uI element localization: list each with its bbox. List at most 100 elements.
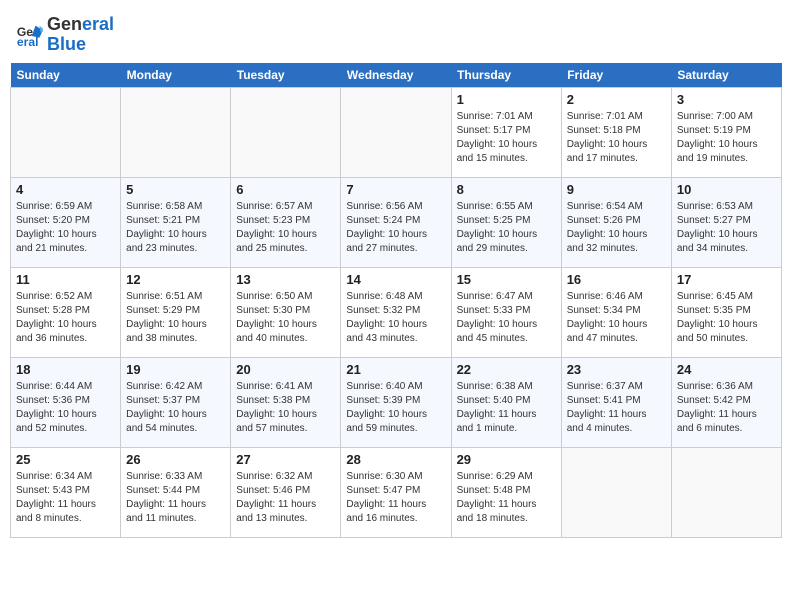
day-number: 19 — [126, 362, 225, 377]
header-friday: Friday — [561, 63, 671, 88]
calendar-cell: 21Sunrise: 6:40 AM Sunset: 5:39 PM Dayli… — [341, 357, 451, 447]
week-row-5: 25 Sunrise: 6:34 AM Sunset: 5:43 PM Dayli… — [11, 447, 782, 537]
calendar-cell: 1 Sunrise: 7:01 AM Sunset: 5:17 PM Daylig… — [451, 87, 561, 177]
logo: Gen eral General Blue — [15, 15, 114, 55]
day-info: Sunrise: 7:01 AM Sunset: 5:18 PM Dayligh… — [567, 110, 666, 166]
day-info: Sunrise: 6:38 AM Sunset: 5:40 PM Dayligh… — [457, 380, 556, 436]
day-number: 4 — [16, 182, 115, 197]
calendar-cell: 28 Sunrise: 6:30 AM Sunset: 5:47 PM Dayli… — [341, 447, 451, 537]
day-info: Sunrise: 6:48 AM Sunset: 5:32 PM Dayligh… — [346, 290, 445, 346]
day-number: 8 — [457, 182, 556, 197]
day-info: Sunrise: 6:44 AM Sunset: 5:36 PM Dayligh… — [16, 380, 115, 436]
day-info: Sunrise: 6:36 AM Sunset: 5:42 PM Dayligh… — [677, 380, 776, 436]
week-row-3: 11 Sunrise: 6:52 AM Sunset: 5:28 PM Dayli… — [11, 267, 782, 357]
day-number: 11 — [16, 272, 115, 287]
calendar-cell — [231, 87, 341, 177]
day-info: Sunrise: 6:32 AM Sunset: 5:46 PM Dayligh… — [236, 470, 335, 526]
day-info: Sunrise: 6:52 AM Sunset: 5:28 PM Dayligh… — [16, 290, 115, 346]
calendar-cell: 7 Sunrise: 6:56 AM Sunset: 5:24 PM Daylig… — [341, 177, 451, 267]
day-info: Sunrise: 6:29 AM Sunset: 5:48 PM Dayligh… — [457, 470, 556, 526]
day-info: Sunrise: 6:33 AM Sunset: 5:44 PM Dayligh… — [126, 470, 225, 526]
day-number: 22 — [457, 362, 556, 377]
header-saturday: Saturday — [671, 63, 781, 88]
calendar-cell: 22 Sunrise: 6:38 AM Sunset: 5:40 PM Dayli… — [451, 357, 561, 447]
day-number: 17 — [677, 272, 776, 287]
calendar-cell: 23Sunrise: 6:37 AM Sunset: 5:41 PM Dayli… — [561, 357, 671, 447]
calendar-cell: 13 Sunrise: 6:50 AM Sunset: 5:30 PM Dayli… — [231, 267, 341, 357]
calendar-cell: 19 Sunrise: 6:42 AM Sunset: 5:37 PM Dayli… — [121, 357, 231, 447]
calendar-table: SundayMondayTuesdayWednesdayThursdayFrid… — [10, 63, 782, 538]
logo-text: General Blue — [47, 15, 114, 55]
day-info: Sunrise: 7:01 AM Sunset: 5:17 PM Dayligh… — [457, 110, 556, 166]
svg-text:eral: eral — [17, 35, 39, 49]
calendar-cell: 16Sunrise: 6:46 AM Sunset: 5:34 PM Dayli… — [561, 267, 671, 357]
day-number: 14 — [346, 272, 445, 287]
calendar-cell: 25 Sunrise: 6:34 AM Sunset: 5:43 PM Dayli… — [11, 447, 121, 537]
day-info: Sunrise: 6:57 AM Sunset: 5:23 PM Dayligh… — [236, 200, 335, 256]
calendar-cell: 20 Sunrise: 6:41 AM Sunset: 5:38 PM Dayli… — [231, 357, 341, 447]
day-info: Sunrise: 6:51 AM Sunset: 5:29 PM Dayligh… — [126, 290, 225, 346]
day-number: 10 — [677, 182, 776, 197]
day-number: 29 — [457, 452, 556, 467]
week-row-1: 1 Sunrise: 7:01 AM Sunset: 5:17 PM Daylig… — [11, 87, 782, 177]
calendar-cell: 12 Sunrise: 6:51 AM Sunset: 5:29 PM Dayli… — [121, 267, 231, 357]
day-number: 5 — [126, 182, 225, 197]
day-info: Sunrise: 6:41 AM Sunset: 5:38 PM Dayligh… — [236, 380, 335, 436]
day-number: 18 — [16, 362, 115, 377]
calendar-cell: 27 Sunrise: 6:32 AM Sunset: 5:46 PM Dayli… — [231, 447, 341, 537]
header-sunday: Sunday — [11, 63, 121, 88]
day-number: 27 — [236, 452, 335, 467]
day-number: 6 — [236, 182, 335, 197]
header-wednesday: Wednesday — [341, 63, 451, 88]
calendar-cell: 15 Sunrise: 6:47 AM Sunset: 5:33 PM Dayli… — [451, 267, 561, 357]
day-info: Sunrise: 6:54 AM Sunset: 5:26 PM Dayligh… — [567, 200, 666, 256]
day-info: Sunrise: 6:45 AM Sunset: 5:35 PM Dayligh… — [677, 290, 776, 346]
calendar-cell: 24 Sunrise: 6:36 AM Sunset: 5:42 PM Dayli… — [671, 357, 781, 447]
day-info: Sunrise: 6:50 AM Sunset: 5:30 PM Dayligh… — [236, 290, 335, 346]
header-monday: Monday — [121, 63, 231, 88]
day-info: Sunrise: 6:56 AM Sunset: 5:24 PM Dayligh… — [346, 200, 445, 256]
calendar-cell — [121, 87, 231, 177]
calendar-cell: 11 Sunrise: 6:52 AM Sunset: 5:28 PM Dayli… — [11, 267, 121, 357]
calendar-cell: 5Sunrise: 6:58 AM Sunset: 5:21 PM Daylig… — [121, 177, 231, 267]
day-number: 7 — [346, 182, 445, 197]
day-number: 21 — [346, 362, 445, 377]
calendar-cell: 14 Sunrise: 6:48 AM Sunset: 5:32 PM Dayli… — [341, 267, 451, 357]
day-info: Sunrise: 6:47 AM Sunset: 5:33 PM Dayligh… — [457, 290, 556, 346]
day-info: Sunrise: 6:55 AM Sunset: 5:25 PM Dayligh… — [457, 200, 556, 256]
calendar-cell: 8 Sunrise: 6:55 AM Sunset: 5:25 PM Daylig… — [451, 177, 561, 267]
calendar-cell: 17 Sunrise: 6:45 AM Sunset: 5:35 PM Dayli… — [671, 267, 781, 357]
logo-icon: Gen eral — [15, 21, 43, 49]
calendar-cell — [561, 447, 671, 537]
calendar-cell: 2 Sunrise: 7:01 AM Sunset: 5:18 PM Daylig… — [561, 87, 671, 177]
day-info: Sunrise: 7:00 AM Sunset: 5:19 PM Dayligh… — [677, 110, 776, 166]
day-number: 1 — [457, 92, 556, 107]
day-number: 15 — [457, 272, 556, 287]
day-number: 25 — [16, 452, 115, 467]
day-info: Sunrise: 6:53 AM Sunset: 5:27 PM Dayligh… — [677, 200, 776, 256]
calendar-cell: 4Sunrise: 6:59 AM Sunset: 5:20 PM Daylig… — [11, 177, 121, 267]
day-number: 12 — [126, 272, 225, 287]
day-info: Sunrise: 6:30 AM Sunset: 5:47 PM Dayligh… — [346, 470, 445, 526]
day-info: Sunrise: 6:34 AM Sunset: 5:43 PM Dayligh… — [16, 470, 115, 526]
calendar-header-row: SundayMondayTuesdayWednesdayThursdayFrid… — [11, 63, 782, 88]
calendar-cell — [671, 447, 781, 537]
calendar-cell: 10 Sunrise: 6:53 AM Sunset: 5:27 PM Dayli… — [671, 177, 781, 267]
header-thursday: Thursday — [451, 63, 561, 88]
day-number: 24 — [677, 362, 776, 377]
day-number: 3 — [677, 92, 776, 107]
week-row-2: 4Sunrise: 6:59 AM Sunset: 5:20 PM Daylig… — [11, 177, 782, 267]
day-info: Sunrise: 6:42 AM Sunset: 5:37 PM Dayligh… — [126, 380, 225, 436]
calendar-cell: 3 Sunrise: 7:00 AM Sunset: 5:19 PM Daylig… — [671, 87, 781, 177]
day-number: 20 — [236, 362, 335, 377]
day-number: 23 — [567, 362, 666, 377]
page-header: Gen eral General Blue — [10, 10, 782, 55]
week-row-4: 18 Sunrise: 6:44 AM Sunset: 5:36 PM Dayli… — [11, 357, 782, 447]
calendar-cell: 18 Sunrise: 6:44 AM Sunset: 5:36 PM Dayli… — [11, 357, 121, 447]
calendar-cell — [11, 87, 121, 177]
day-number: 9 — [567, 182, 666, 197]
calendar-cell: 6 Sunrise: 6:57 AM Sunset: 5:23 PM Daylig… — [231, 177, 341, 267]
day-number: 28 — [346, 452, 445, 467]
day-number: 13 — [236, 272, 335, 287]
day-number: 2 — [567, 92, 666, 107]
